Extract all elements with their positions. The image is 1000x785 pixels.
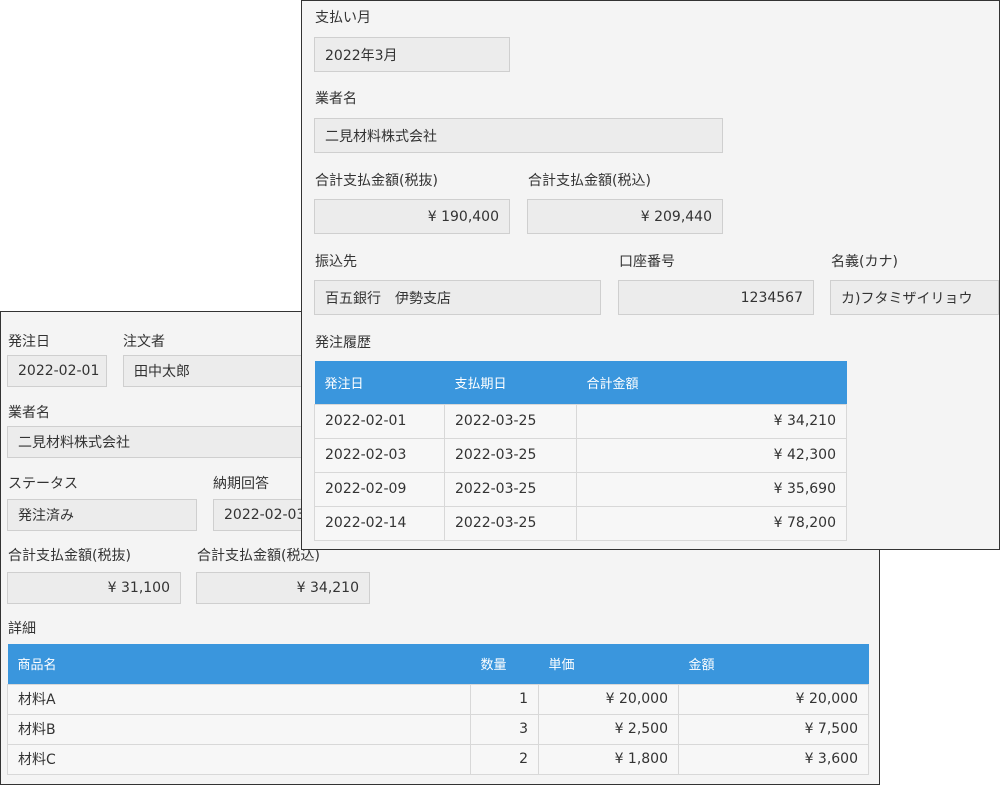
unit-price-cell: ¥ 2,500 [538, 713, 679, 745]
order-date-cell: 2022-02-01 [314, 403, 445, 439]
order-total-ex-field[interactable]: ¥ 31,100 [7, 572, 181, 604]
order-total-in-field[interactable]: ¥ 34,210 [196, 572, 370, 604]
detail-header-unit-price[interactable]: 単価 [538, 644, 679, 684]
order-history-label: 発注履歴 [315, 335, 371, 351]
amount-cell: ¥ 7,500 [678, 713, 869, 745]
payment-summary-panel: 支払い月 2022年3月 業者名 二見材料株式会社 合計支払金額(税抜) 合計支… [301, 0, 1000, 550]
order-history-table: 発注日 支払期日 合計金額 2022-02-01 2022-03-25 ¥ 34… [314, 361, 847, 541]
qty-cell: 3 [470, 713, 539, 745]
payment-total-in-field[interactable]: ¥ 209,440 [527, 199, 723, 234]
unit-price-cell: ¥ 20,000 [538, 683, 679, 715]
delivery-field[interactable]: 2022-02-03 [213, 499, 313, 531]
detail-table-header: 商品名 数量 単価 金額 [7, 644, 869, 684]
total-cell: ¥ 78,200 [576, 505, 847, 541]
table-row[interactable]: 2022-02-09 2022-03-25 ¥ 35,690 [314, 471, 847, 507]
amount-cell: ¥ 3,600 [678, 743, 869, 775]
due-date-cell: 2022-03-25 [444, 505, 577, 541]
total-cell: ¥ 42,300 [576, 437, 847, 473]
table-row[interactable]: 材料C 2 ¥ 1,800 ¥ 3,600 [7, 743, 869, 775]
payment-month-field[interactable]: 2022年3月 [314, 37, 510, 72]
details-label: 詳細 [8, 621, 36, 637]
table-row[interactable]: 2022-02-01 2022-03-25 ¥ 34,210 [314, 403, 847, 439]
table-row[interactable]: 材料A 1 ¥ 20,000 ¥ 20,000 [7, 683, 869, 715]
due-date-cell: 2022-03-25 [444, 471, 577, 507]
order-total-ex-label: 合計支払金額(税抜) [8, 548, 131, 564]
payment-total-in-label: 合計支払金額(税込) [528, 173, 651, 189]
history-header-total[interactable]: 合計金額 [576, 361, 847, 404]
total-cell: ¥ 34,210 [576, 403, 847, 439]
account-number-label: 口座番号 [619, 254, 675, 270]
due-date-cell: 2022-03-25 [444, 437, 577, 473]
delivery-label: 納期回答 [213, 476, 269, 492]
status-field[interactable]: 発注済み [7, 499, 197, 531]
order-date-cell: 2022-02-03 [314, 437, 445, 473]
product-cell: 材料C [7, 743, 471, 775]
orderer-field[interactable]: 田中太郎 [123, 355, 313, 387]
due-date-cell: 2022-03-25 [444, 403, 577, 439]
payment-total-ex-field[interactable]: ¥ 190,400 [314, 199, 510, 234]
payment-month-label: 支払い月 [315, 10, 371, 26]
bank-label: 振込先 [315, 254, 357, 270]
history-header-due-date[interactable]: 支払期日 [444, 361, 577, 404]
qty-cell: 1 [470, 683, 539, 715]
qty-cell: 2 [470, 743, 539, 775]
order-vendor-label: 業者名 [8, 405, 50, 421]
history-table-header: 発注日 支払期日 合計金額 [314, 361, 847, 404]
detail-header-qty[interactable]: 数量 [470, 644, 539, 684]
unit-price-cell: ¥ 1,800 [538, 743, 679, 775]
order-date-cell: 2022-02-09 [314, 471, 445, 507]
status-label: ステータス [8, 476, 78, 492]
account-holder-field[interactable]: カ)フタミザイリョウ [830, 280, 999, 315]
detail-header-product[interactable]: 商品名 [7, 644, 471, 684]
order-date-label: 発注日 [8, 334, 50, 350]
payment-vendor-field[interactable]: 二見材料株式会社 [314, 118, 723, 153]
detail-header-amount[interactable]: 金額 [678, 644, 869, 684]
table-row[interactable]: 2022-02-03 2022-03-25 ¥ 42,300 [314, 437, 847, 473]
orderer-label: 注文者 [123, 334, 165, 350]
bank-field[interactable]: 百五銀行 伊勢支店 [314, 280, 601, 315]
order-date-field[interactable]: 2022-02-01 [7, 355, 107, 387]
payment-total-ex-label: 合計支払金額(税抜) [315, 173, 438, 189]
detail-table: 商品名 数量 単価 金額 材料A 1 ¥ 20,000 ¥ 20,000 材料B… [7, 644, 869, 775]
order-vendor-field[interactable]: 二見材料株式会社 [7, 426, 312, 458]
amount-cell: ¥ 20,000 [678, 683, 869, 715]
product-cell: 材料A [7, 683, 471, 715]
payment-vendor-label: 業者名 [315, 91, 357, 107]
account-number-field[interactable]: 1234567 [618, 280, 814, 315]
order-date-cell: 2022-02-14 [314, 505, 445, 541]
table-row[interactable]: 材料B 3 ¥ 2,500 ¥ 7,500 [7, 713, 869, 745]
product-cell: 材料B [7, 713, 471, 745]
order-total-in-label: 合計支払金額(税込) [197, 548, 320, 564]
history-header-order-date[interactable]: 発注日 [314, 361, 445, 404]
table-row[interactable]: 2022-02-14 2022-03-25 ¥ 78,200 [314, 505, 847, 541]
total-cell: ¥ 35,690 [576, 471, 847, 507]
account-holder-label: 名義(カナ) [831, 254, 898, 270]
